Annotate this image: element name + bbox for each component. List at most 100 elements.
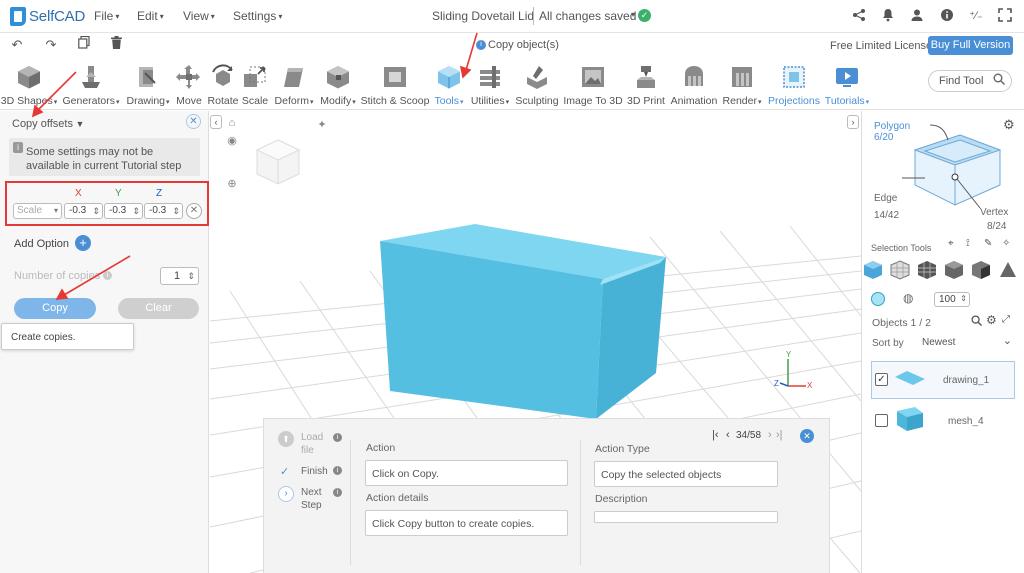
tool-rotate[interactable]: Rotate (205, 58, 241, 110)
panel-title[interactable]: Copy offsets (12, 118, 84, 130)
notification-bell-icon[interactable] (880, 8, 896, 24)
load-file-info-icon[interactable]: i (333, 433, 342, 442)
navigation-cube[interactable] (253, 137, 303, 187)
lasso-select-icon[interactable]: ⟟ (966, 238, 970, 249)
menu-file[interactable]: File (94, 9, 119, 23)
tool-label: Drawing (124, 95, 172, 107)
selection-filter-icons[interactable] (863, 259, 1023, 281)
units-toggle-icon[interactable]: ⁺∕₋ (968, 8, 984, 24)
first-step-icon[interactable]: |‹ (712, 429, 719, 441)
tool-move[interactable]: Move (173, 58, 205, 110)
clear-button[interactable]: Clear (118, 298, 199, 319)
tool-stitch-scoop[interactable]: Stitch & Scoop (360, 58, 430, 110)
menu-view[interactable]: View (183, 9, 215, 23)
tool-modify[interactable]: Modify (318, 58, 358, 110)
home-view-icon[interactable]: ⌂ (225, 116, 239, 130)
x-axis-label: X (75, 188, 82, 199)
next-step-info-icon[interactable]: i (333, 488, 342, 497)
collapse-right-panel-icon[interactable]: › (847, 115, 859, 129)
selfcad-logo[interactable]: SelfCAD (10, 7, 85, 26)
tool-label: 3D Shapes (0, 95, 58, 107)
close-tutorial-icon[interactable]: ✕ (800, 429, 814, 443)
object-checkbox[interactable]: ✓ (875, 373, 888, 386)
tool-tutorials[interactable]: Tutorials (822, 58, 872, 110)
tool-generators[interactable]: Generators (60, 58, 122, 110)
light-source-icon[interactable]: ✦ (315, 118, 329, 132)
camera-icon[interactable]: ◉ (225, 134, 239, 148)
objects-settings-icon[interactable]: ⚙ (986, 313, 997, 327)
copy-button[interactable]: Copy (14, 298, 96, 319)
buy-full-version-button[interactable]: Buy Full Version (928, 36, 1013, 55)
fullscreen-icon[interactable] (997, 8, 1013, 24)
finish-info-icon[interactable]: i (333, 466, 342, 475)
prev-step-icon[interactable]: ‹ (726, 429, 730, 441)
tool-label: Tools (432, 95, 466, 107)
object-checkbox[interactable] (875, 414, 888, 427)
tool-3d-shapes[interactable]: 3D Shapes (0, 58, 58, 110)
collapse-left-panel-icon[interactable]: ‹ (210, 115, 222, 129)
tool-animation[interactable]: Animation (668, 58, 720, 110)
step-finish[interactable]: Finish (301, 465, 328, 478)
duplicate-icon[interactable] (75, 35, 93, 54)
tool-deform[interactable]: Deform (270, 58, 318, 110)
tutorials-icon (836, 68, 858, 87)
info-icon[interactable] (939, 8, 955, 24)
operation-info-icon[interactable]: i (476, 40, 486, 50)
user-profile-icon[interactable] (909, 8, 925, 24)
edge-label[interactable]: Edge (874, 193, 897, 204)
menu-settings[interactable]: Settings (233, 9, 282, 23)
tool-utilities[interactable]: Utilities (468, 58, 512, 110)
paint-select-icon[interactable]: ⌖ (948, 238, 954, 249)
selection-mode-cube[interactable] (900, 120, 1010, 220)
document-title[interactable]: Sliding Dovetail Lid (432, 9, 534, 23)
number-of-copies-label: Number of copies (14, 270, 101, 282)
next-step-icon[interactable]: › (278, 486, 294, 502)
trash-icon[interactable] (107, 36, 125, 54)
z-offset-stepper[interactable]: -0.3 (144, 203, 183, 219)
magic-select-icon[interactable]: ✧ (1002, 238, 1010, 249)
texture-icon[interactable]: ◍ (903, 291, 913, 305)
tool-drawing[interactable]: Drawing (124, 58, 172, 110)
expand-objects-icon[interactable]: ⤢ (1002, 314, 1010, 325)
number-of-copies-stepper[interactable]: 1 (160, 267, 199, 285)
clear-offsets-icon[interactable]: ✕ (186, 203, 202, 219)
offset-mode-select[interactable]: Scale (13, 203, 62, 219)
add-option-button[interactable]: + (75, 235, 91, 251)
x-offset-stepper[interactable]: -0.3 (64, 203, 103, 219)
redo-icon[interactable]: ↷ (42, 36, 60, 54)
sort-select[interactable]: Newest (922, 334, 1015, 351)
tool-tools[interactable]: Tools (432, 58, 466, 110)
tool-label: Generators (60, 95, 122, 107)
y-offset-stepper[interactable]: -0.3 (104, 203, 143, 219)
search-icon[interactable] (993, 73, 1007, 87)
share-icon[interactable] (851, 8, 867, 24)
tool-render[interactable]: Render (721, 58, 763, 110)
tool-3d-print[interactable]: 3D Print (625, 58, 667, 110)
tool-label: Scale (241, 95, 269, 107)
color-swatch[interactable] (871, 292, 885, 306)
y-axis-label: Y (115, 188, 122, 199)
undo-icon[interactable]: ↶ (8, 36, 26, 54)
step-next-step[interactable]: Next Step (301, 486, 331, 512)
utilities-icon (480, 66, 500, 88)
last-step-icon[interactable]: ›| (776, 429, 783, 441)
add-option-label: Add Option (14, 238, 70, 250)
generator-icon (82, 66, 100, 88)
mesh-thumbnail-icon[interactable] (893, 405, 927, 433)
brush-select-icon[interactable]: ✎ (984, 238, 992, 249)
box-object[interactable] (380, 224, 666, 419)
close-panel-icon[interactable]: ✕ (186, 114, 201, 129)
menu-edit[interactable]: Edit (137, 9, 164, 23)
tool-scale[interactable]: Scale (241, 58, 269, 110)
vertex-label[interactable]: Vertex (980, 207, 1008, 218)
save-status-chevron-icon[interactable]: ▾ (631, 10, 635, 19)
tool-projections[interactable]: Projections (766, 58, 822, 110)
globe-view-icon[interactable]: ⊕ (225, 177, 239, 191)
tool-sculpting[interactable]: Sculpting (514, 58, 560, 110)
next-step-nav-icon[interactable]: › (768, 429, 772, 441)
search-objects-icon[interactable] (971, 315, 983, 329)
tool-image-to-3d[interactable]: Image To 3D (562, 58, 624, 110)
copies-info-icon[interactable]: i (103, 271, 112, 280)
opacity-stepper[interactable]: 100 (934, 292, 970, 307)
save-status: All changes saved (539, 9, 637, 23)
